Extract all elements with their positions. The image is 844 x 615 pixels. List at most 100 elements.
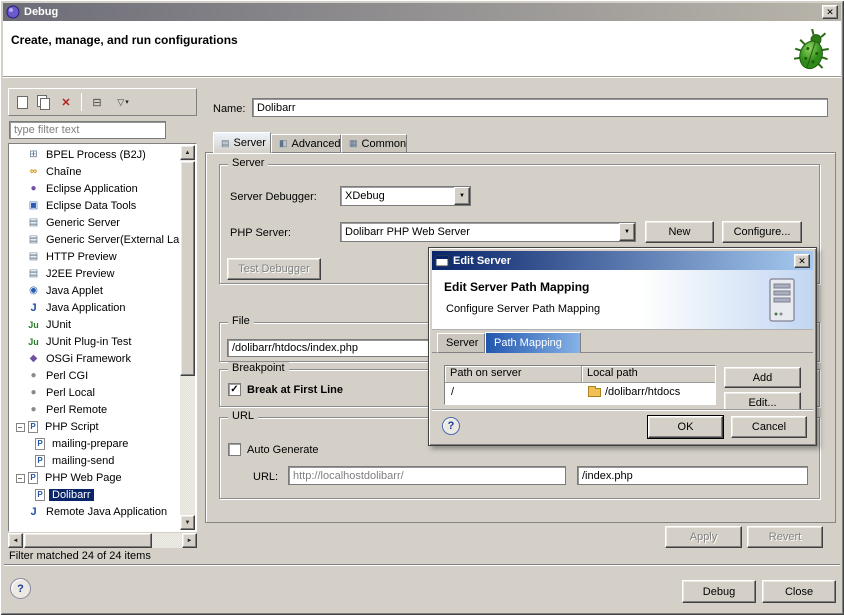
tree-item[interactable]: ●Perl Remote	[10, 401, 180, 418]
chevron-down-icon[interactable]: ▼	[619, 223, 635, 241]
java-application-icon: J	[27, 302, 40, 314]
tree-vertical-scrollbar[interactable]: ▲ ▼	[180, 145, 195, 530]
php-file-icon: P	[35, 438, 45, 450]
tree-item-label: mailing-send	[49, 455, 117, 467]
chain-icon: ∞	[27, 166, 40, 177]
tree-item-label: PHP Web Page	[42, 472, 125, 484]
tree-item[interactable]: −PPHP Web Page	[10, 469, 180, 486]
window-titlebar[interactable]: Debug ✕	[3, 3, 841, 21]
new-configuration-icon[interactable]	[12, 92, 32, 112]
tree-item-label: Remote Java Application	[43, 506, 170, 518]
tab-label: Common	[362, 138, 407, 150]
bug-image	[789, 29, 835, 75]
tree-item[interactable]: JJava Application	[10, 299, 180, 316]
tree-item[interactable]: −PPHP Script	[10, 418, 180, 435]
tree-item[interactable]: JuJUnit Plug-in Test	[10, 333, 180, 350]
dialog-help-icon[interactable]: ?	[442, 417, 460, 435]
delete-configuration-icon[interactable]: ✕	[56, 92, 76, 112]
dialog-header-title: Edit Server Path Mapping	[444, 280, 589, 294]
debug-button[interactable]: Debug	[682, 580, 756, 603]
junit-icon: Ju	[27, 320, 40, 330]
window-title: Debug	[24, 6, 822, 18]
tree-item[interactable]: ▤Generic Server	[10, 214, 180, 231]
tree-item-label: HTTP Preview	[43, 251, 120, 263]
tree-item[interactable]: ●Eclipse Application	[10, 180, 180, 197]
auto-generate-checkbox[interactable]	[228, 443, 241, 456]
tree-item[interactable]: ●Perl Local	[10, 384, 180, 401]
table-cell-server-path[interactable]: /	[445, 383, 582, 401]
filter-icon[interactable]: ▽ ▾	[109, 92, 137, 112]
scroll-left-icon[interactable]: ◄	[8, 533, 23, 548]
php-server-select[interactable]: Dolibarr PHP Web Server ▼	[340, 222, 636, 242]
name-label: Name:	[213, 103, 245, 115]
tab-server[interactable]: ▤ Server	[213, 132, 271, 153]
dialog-close-icon[interactable]: ✕	[794, 254, 810, 268]
tree-item[interactable]: ▤J2EE Preview	[10, 265, 180, 282]
test-debugger-button[interactable]: Test Debugger	[227, 258, 321, 280]
url-path-input[interactable]	[577, 466, 808, 485]
tree-item[interactable]: ◆OSGi Framework	[10, 350, 180, 367]
scrollbar-thumb[interactable]	[24, 533, 152, 548]
tree-horizontal-scrollbar[interactable]: ◄ ►	[8, 533, 197, 548]
tree-item[interactable]: ●Perl CGI	[10, 367, 180, 384]
collapse-node-icon[interactable]: −	[16, 423, 25, 432]
collapse-node-icon[interactable]: −	[16, 474, 25, 483]
dialog-titlebar[interactable]: Edit Server ✕	[432, 251, 813, 270]
cancel-button[interactable]: Cancel	[731, 416, 807, 438]
server-icon: ▤	[27, 234, 40, 245]
tree-item[interactable]: ▤Generic Server(External La	[10, 231, 180, 248]
tree-item[interactable]: ▤HTTP Preview	[10, 248, 180, 265]
scroll-up-icon[interactable]: ▲	[180, 145, 195, 160]
apply-button[interactable]: Apply	[665, 526, 742, 548]
column-header-local-path[interactable]: Local path	[582, 366, 715, 383]
server-tab-icon: ▤	[221, 138, 230, 149]
tree-item[interactable]: Pmailing-send	[10, 452, 180, 469]
tree-item[interactable]: JRemote Java Application	[10, 503, 180, 520]
break-at-first-line-checkbox[interactable]: ✓	[228, 383, 241, 396]
tab-advanced[interactable]: ◧ Advanced	[271, 134, 341, 153]
column-header-path-on-server[interactable]: Path on server	[445, 366, 582, 383]
add-mapping-button[interactable]: Add	[724, 367, 801, 388]
revert-button[interactable]: Revert	[747, 526, 823, 548]
tree-item[interactable]: Pmailing-prepare	[10, 435, 180, 452]
name-input[interactable]	[252, 98, 828, 117]
tree-item-label: Perl Remote	[43, 404, 110, 416]
scroll-down-icon[interactable]: ▼	[180, 515, 195, 530]
scrollbar-thumb[interactable]	[180, 161, 195, 376]
tree-item[interactable]: JuJUnit	[10, 316, 180, 333]
footer-separator	[4, 564, 840, 566]
filter-input[interactable]	[9, 121, 166, 139]
perl-icon: ●	[27, 387, 40, 398]
ok-button[interactable]: OK	[648, 416, 723, 438]
dialog-tab-server[interactable]: Server	[437, 333, 485, 353]
duplicate-configuration-icon[interactable]	[34, 92, 54, 112]
collapse-all-icon[interactable]: ⊟	[87, 92, 107, 112]
new-server-button[interactable]: New	[645, 221, 714, 243]
configurations-tree: ⊞BPEL Process (B2J) ∞Chaîne ●Eclipse App…	[8, 143, 197, 532]
eclipse-application-icon: ●	[27, 183, 40, 194]
close-icon[interactable]: ✕	[822, 5, 838, 19]
tab-common[interactable]: ▦ Common	[341, 134, 407, 153]
url-group-label: URL	[228, 410, 258, 422]
close-button[interactable]: Close	[762, 580, 836, 603]
folder-icon	[588, 388, 601, 397]
tree-item-selected[interactable]: PDolibarr	[10, 486, 180, 503]
tree-item-label: Perl CGI	[43, 370, 91, 382]
tree-item[interactable]: ∞Chaîne	[10, 163, 180, 180]
eclipse-debug-icon	[6, 5, 20, 19]
configure-button[interactable]: Configure...	[722, 221, 802, 243]
tree-item[interactable]: ▣Eclipse Data Tools	[10, 197, 180, 214]
tree-item[interactable]: ⊞BPEL Process (B2J)	[10, 146, 180, 163]
dialog-header-subtitle: Configure Server Path Mapping	[446, 303, 600, 315]
server-debugger-select[interactable]: XDebug ▼	[340, 186, 471, 206]
dialog-tab-path-mapping[interactable]: Path Mapping	[485, 332, 581, 353]
url-base-input[interactable]	[288, 466, 566, 485]
help-icon[interactable]: ?	[10, 578, 31, 599]
server-image	[765, 276, 799, 324]
tree-item[interactable]: ◉Java Applet	[10, 282, 180, 299]
filter-match-status: Filter matched 24 of 24 items	[9, 550, 151, 562]
scroll-right-icon[interactable]: ►	[182, 533, 197, 548]
table-cell-local-path[interactable]: /dolibarr/htdocs	[582, 383, 717, 401]
chevron-down-icon[interactable]: ▼	[454, 187, 470, 205]
osgi-icon: ◆	[27, 353, 40, 364]
